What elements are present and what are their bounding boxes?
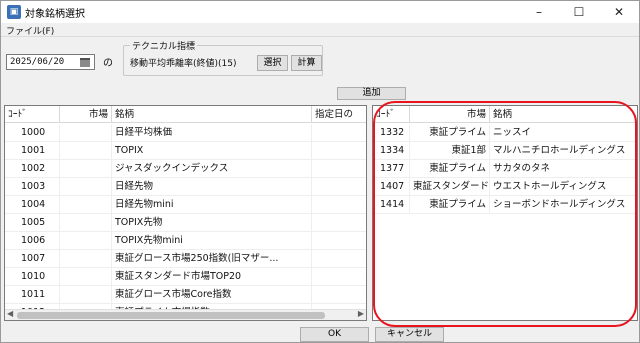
cell-code: 1004 <box>5 196 60 214</box>
cell-code: 1332 <box>373 124 410 142</box>
table-row[interactable]: 1004 日経先物mini <box>5 196 366 214</box>
table-row[interactable]: 1007 東証グロース市場250指数(旧マザー... <box>5 250 366 268</box>
minimize-button[interactable]: – <box>519 1 559 23</box>
cancel-button[interactable]: キャンセル <box>375 327 444 342</box>
no-label: の <box>103 58 113 69</box>
dialog-window: ▣ 対象銘柄選択 – ☐ ✕ ファイル(F) 2025/06/20 の テクニカ… <box>0 0 640 343</box>
cell-market <box>60 178 112 196</box>
cell-market: 東証1部 <box>410 142 490 160</box>
cell-name: ジャスダックインデックス <box>112 160 312 178</box>
cell-market <box>60 268 112 286</box>
cell-market <box>60 286 112 304</box>
add-button[interactable]: 追加 <box>337 87 406 100</box>
group-title: テクニカル指標 <box>130 39 198 52</box>
table-row[interactable]: 1000 日経平均株価 <box>5 124 366 142</box>
cell-code: 1007 <box>5 250 60 268</box>
indicator-value: 移動平均乖離率(終値)(15) <box>130 59 237 69</box>
stock-list-header: ｺｰﾄﾞ 市場 銘柄 指定日の <box>5 106 366 123</box>
cell-code: 1334 <box>373 142 410 160</box>
maximize-button[interactable]: ☐ <box>559 1 599 23</box>
scroll-left-icon[interactable]: ◀ <box>7 309 13 318</box>
date-picker[interactable]: 2025/06/20 <box>6 54 95 70</box>
table-row[interactable]: 1010 東証スタンダード市場TOP20 <box>5 268 366 286</box>
calculate-button[interactable]: 計算 <box>291 55 322 71</box>
cell-name: マルハニチロホールディングス <box>493 145 626 156</box>
cell-market: 東証プライム <box>410 196 490 214</box>
table-row[interactable]: 1002 ジャスダックインデックス <box>5 160 366 178</box>
ok-button[interactable]: OK <box>300 327 369 342</box>
cell-name: サカタのタネ <box>493 163 551 174</box>
calendar-dropdown-icon[interactable] <box>80 58 90 67</box>
cell-market: 東証プライム <box>410 160 490 178</box>
cell-market: 東証スタンダード <box>410 178 490 196</box>
scroll-right-icon[interactable]: ▶ <box>358 309 364 318</box>
table-row[interactable]: 1011 東証グロース市場Core指数 <box>5 286 366 304</box>
app-icon: ▣ <box>7 5 21 19</box>
table-row[interactable]: 1414 東証プライム ショーボンドホールディングス <box>373 196 637 214</box>
close-button[interactable]: ✕ <box>599 1 639 23</box>
cell-code: 1414 <box>373 196 410 214</box>
stock-list-panel[interactable]: ｺｰﾄﾞ 市場 銘柄 指定日の 1000 日経平均株価 1001 TOPIX 1… <box>4 105 367 321</box>
date-value: 2025/06/20 <box>10 57 65 67</box>
cell-market <box>60 142 112 160</box>
table-row[interactable]: 1003 日経先物 <box>5 178 366 196</box>
cell-market: 東証プライム <box>410 124 490 142</box>
cell-name: 東証グロース市場Core指数 <box>112 286 312 304</box>
cell-name: 日経先物 <box>112 178 312 196</box>
cell-name: 東証グロース市場250指数(旧マザー... <box>112 250 312 268</box>
header-market[interactable]: 市場 <box>60 106 112 123</box>
table-row[interactable]: 1334 東証1部 マルハニチロホールディングス <box>373 142 637 160</box>
table-row[interactable]: 1332 東証プライム ニッスイ <box>373 124 637 142</box>
horizontal-scrollbar[interactable]: ◀ ▶ <box>5 309 366 320</box>
cell-code: 1010 <box>5 268 60 286</box>
selected-list-panel[interactable]: ｺｰﾄﾞ 市場 銘柄 1332 東証プライム ニッスイ 1334 東証1部 マル… <box>372 105 638 321</box>
cell-code: 1377 <box>373 160 410 178</box>
header-code[interactable]: ｺｰﾄﾞ <box>373 106 410 123</box>
table-row[interactable]: 1005 TOPIX先物 <box>5 214 366 232</box>
cell-code: 1005 <box>5 214 60 232</box>
cell-name: TOPIX <box>112 142 312 160</box>
cell-code: 1407 <box>373 178 410 196</box>
cell-code: 1000 <box>5 124 60 142</box>
table-row[interactable]: 1001 TOPIX <box>5 142 366 160</box>
table-row[interactable]: 1407 東証スタンダード ウエストホールディングス <box>373 178 637 196</box>
table-row[interactable]: 1006 TOPIX先物mini <box>5 232 366 250</box>
header-date[interactable]: 指定日の <box>312 106 366 123</box>
cell-market <box>60 124 112 142</box>
cell-name: TOPIX先物 <box>112 214 312 232</box>
menu-bar: ファイル(F) <box>1 23 639 37</box>
header-code[interactable]: ｺｰﾄﾞ <box>5 106 60 123</box>
cell-name: 東証スタンダード市場TOP20 <box>112 268 312 286</box>
cell-name: ウエストホールディングス <box>493 181 607 192</box>
menu-file[interactable]: ファイル(F) <box>6 24 54 37</box>
cell-code: 1011 <box>5 286 60 304</box>
cell-code: 1003 <box>5 178 60 196</box>
header-name[interactable]: 銘柄 <box>490 106 637 123</box>
cell-market <box>60 214 112 232</box>
cell-code: 1001 <box>5 142 60 160</box>
cell-name: TOPIX先物mini <box>112 232 312 250</box>
cell-name: 日経先物mini <box>112 196 312 214</box>
scroll-thumb[interactable] <box>17 312 325 319</box>
header-name[interactable]: 銘柄 <box>112 106 312 123</box>
header-market[interactable]: 市場 <box>410 106 490 123</box>
window-title: 対象銘柄選択 <box>25 9 85 20</box>
title-bar: ▣ 対象銘柄選択 – ☐ ✕ <box>1 1 639 23</box>
table-row[interactable]: 1377 東証プライム サカタのタネ <box>373 160 637 178</box>
cell-market <box>60 250 112 268</box>
selected-list-header: ｺｰﾄﾞ 市場 銘柄 <box>373 106 637 123</box>
cell-name: ニッスイ <box>493 127 532 138</box>
cell-market <box>60 196 112 214</box>
cell-name: ショーボンドホールディングス <box>493 199 626 210</box>
cell-market <box>60 160 112 178</box>
select-button[interactable]: 選択 <box>257 55 288 71</box>
cell-name: 日経平均株価 <box>112 124 312 142</box>
cell-code: 1002 <box>5 160 60 178</box>
cell-market <box>60 232 112 250</box>
cell-code: 1006 <box>5 232 60 250</box>
